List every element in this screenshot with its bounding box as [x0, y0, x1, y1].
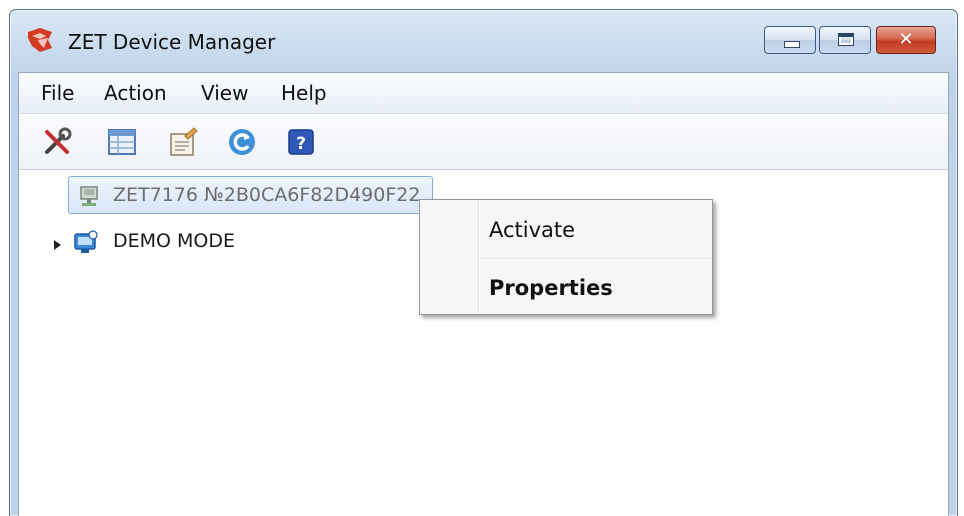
demo-icon[interactable] [72, 228, 100, 256]
menu-help[interactable]: Help [281, 81, 327, 105]
help-icon[interactable]: ? [285, 126, 317, 158]
menu-action[interactable]: Action [104, 81, 167, 105]
menu-view[interactable]: View [201, 81, 248, 105]
maximize-button[interactable] [819, 26, 871, 54]
minimize-button[interactable] [764, 26, 816, 54]
device-icon [80, 186, 98, 206]
menu-bar: File Action View Help [19, 73, 948, 114]
zet-app-icon [28, 28, 52, 52]
minimize-icon [784, 41, 800, 48]
demo-label: DEMO MODE [113, 230, 236, 252]
context-menu-separator [480, 258, 709, 259]
title-bar[interactable]: ZET Device Manager ✕ [10, 10, 957, 72]
tools-icon[interactable] [41, 126, 73, 158]
device-label: ZET7176 №2B0CA6F82D490F22 [113, 184, 421, 206]
close-button[interactable]: ✕ [876, 26, 936, 54]
context-item-properties[interactable]: Properties [423, 263, 709, 313]
context-item-label: Properties [489, 276, 613, 300]
context-item-label: Activate [489, 218, 576, 242]
window-title: ZET Device Manager [68, 30, 276, 54]
expand-arrow-icon[interactable] [54, 240, 61, 250]
table-icon[interactable] [106, 126, 138, 158]
context-item-activate[interactable]: Activate [423, 205, 709, 255]
svg-text:?: ? [296, 134, 306, 154]
refresh-icon[interactable] [226, 126, 258, 158]
maximize-icon [838, 33, 854, 46]
toolbar: ? [19, 114, 948, 170]
menu-file[interactable]: File [41, 81, 74, 105]
context-menu: Activate Properties [419, 199, 713, 315]
close-icon: ✕ [898, 29, 914, 50]
properties-icon[interactable] [167, 126, 199, 158]
